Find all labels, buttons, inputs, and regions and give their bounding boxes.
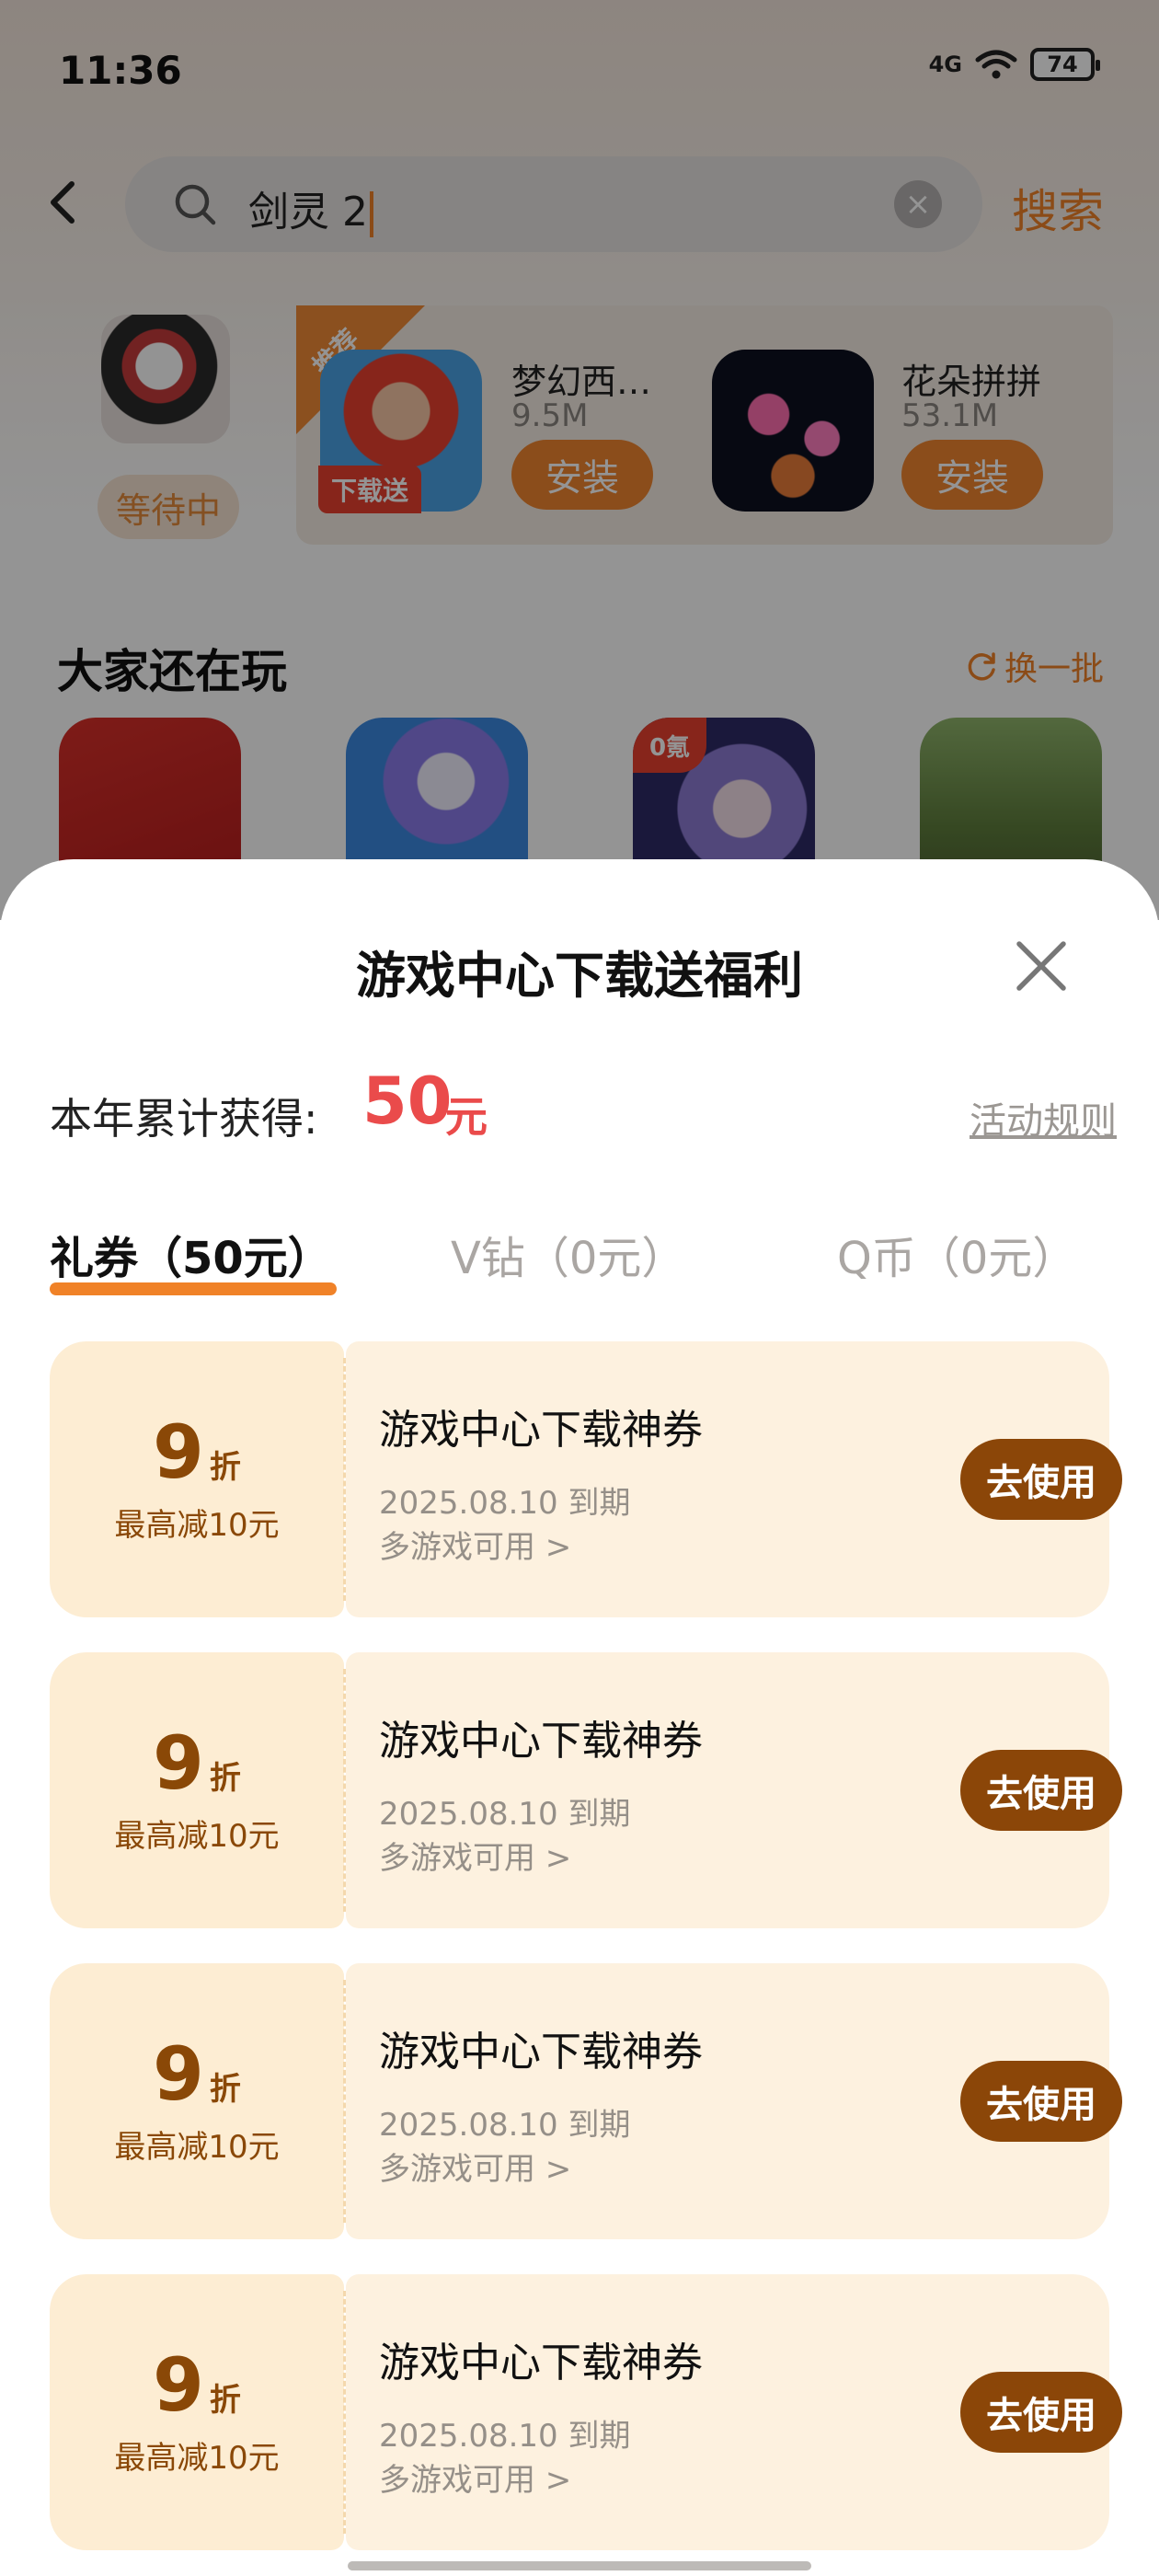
reward-tabs: 礼券（50元） V钻（0元） Q币（0元） <box>0 1209 1159 1301</box>
total-label: 本年累计获得: <box>50 1094 318 1144</box>
discount-value: 9 <box>153 2031 204 2117</box>
tab-vdiamond[interactable]: V钻（0元） <box>451 1222 685 1286</box>
tab-coupons[interactable]: 礼券（50元） <box>50 1222 332 1286</box>
modal-overlay[interactable] <box>0 0 1159 920</box>
tab-qcoin[interactable]: Q币（0元） <box>837 1222 1076 1286</box>
coupon-card: 9折 最高减10元 游戏中心下载神券 2025.08.10 到期 多游戏可用 >… <box>50 1963 1122 2239</box>
discount-unit: 折 <box>209 1760 241 1797</box>
discount-value: 9 <box>153 1720 204 1806</box>
coupon-discount: 9折 <box>50 1720 344 1806</box>
sheet-title: 游戏中心下载送福利 <box>356 947 803 1005</box>
total-summary: 本年累计获得: 50 元 活动规则 <box>50 1064 1117 1156</box>
tab-active-indicator <box>50 1282 337 1295</box>
coupon-max: 最高减10元 <box>114 2440 280 2477</box>
coupon-discount: 9折 <box>50 2342 344 2428</box>
coupon-expire: 2025.08.10 到期 <box>379 1796 631 1833</box>
coupon-max: 最高减10元 <box>114 1507 280 1544</box>
coupon-title: 游戏中心下载神券 <box>379 1718 703 1765</box>
coupon-scope-link[interactable]: 多游戏可用 > <box>379 1833 571 1878</box>
use-coupon-button[interactable]: 去使用 <box>960 1439 1122 1520</box>
coupon-expire: 2025.08.10 到期 <box>379 2418 631 2455</box>
total-unit: 元 <box>445 1092 488 1142</box>
coupon-max: 最高减10元 <box>114 2129 280 2166</box>
discount-value: 9 <box>153 1409 204 1495</box>
welfare-sheet: 游戏中心下载送福利 本年累计获得: 50 元 活动规则 礼券（50元） V钻（0… <box>0 859 1159 2576</box>
discount-unit: 折 <box>209 2382 241 2419</box>
coupon-expire: 2025.08.10 到期 <box>379 2107 631 2144</box>
use-coupon-button[interactable]: 去使用 <box>960 2372 1122 2453</box>
coupon-scope-link[interactable]: 多游戏可用 > <box>379 2455 571 2500</box>
home-indicator[interactable] <box>348 2561 811 2570</box>
coupon-card: 9折 最高减10元 游戏中心下载神券 2025.08.10 到期 多游戏可用 >… <box>50 1652 1122 1928</box>
coupon-scope-link[interactable]: 多游戏可用 > <box>379 2144 571 2189</box>
discount-unit: 折 <box>209 2071 241 2108</box>
discount-unit: 折 <box>209 1449 241 1486</box>
coupon-title: 游戏中心下载神券 <box>379 2340 703 2386</box>
coupon-card: 9折 最高减10元 游戏中心下载神券 2025.08.10 到期 多游戏可用 >… <box>50 1341 1122 1617</box>
coupon-max: 最高减10元 <box>114 1818 280 1855</box>
use-coupon-button[interactable]: 去使用 <box>960 1750 1122 1831</box>
coupon-title: 游戏中心下载神券 <box>379 2029 703 2076</box>
use-coupon-button[interactable]: 去使用 <box>960 2061 1122 2142</box>
close-icon[interactable] <box>1010 935 1073 997</box>
rules-link[interactable]: 活动规则 <box>970 1091 1117 1144</box>
total-amount: 50 <box>362 1064 453 1139</box>
coupon-discount: 9折 <box>50 2031 344 2117</box>
coupon-card: 9折 最高减10元 游戏中心下载神券 2025.08.10 到期 多游戏可用 >… <box>50 2274 1122 2550</box>
coupon-title: 游戏中心下载神券 <box>379 1407 703 1454</box>
coupon-scope-link[interactable]: 多游戏可用 > <box>379 1522 571 1567</box>
discount-value: 9 <box>153 2342 204 2428</box>
coupon-expire: 2025.08.10 到期 <box>379 1485 631 1522</box>
coupon-discount: 9折 <box>50 1409 344 1495</box>
